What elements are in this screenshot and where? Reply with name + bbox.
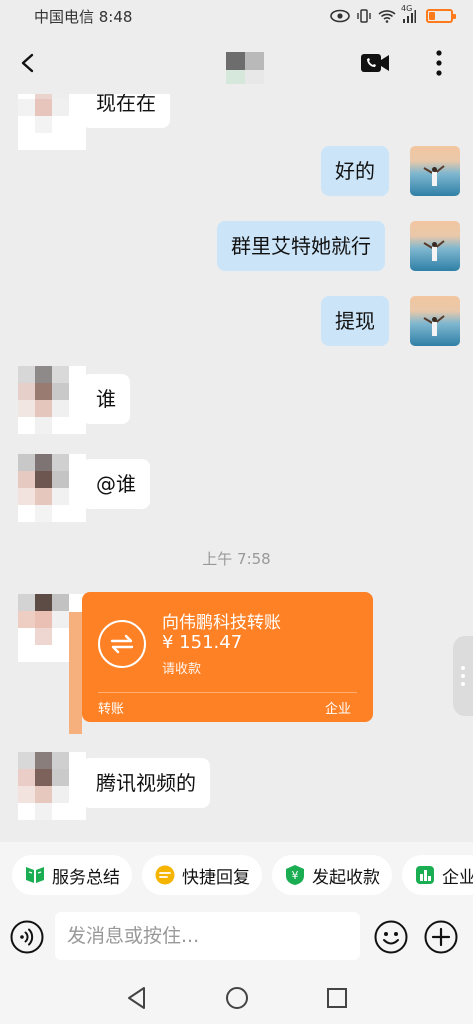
summary-icon <box>24 864 46 886</box>
message-bubble[interactable]: 群里艾特她就行 <box>217 221 385 271</box>
emoji-button[interactable] <box>374 920 408 954</box>
transfer-source-label: 企业 <box>324 702 351 717</box>
transfer-title: 向伟鹏科技转账 <box>162 613 281 633</box>
side-drawer-handle[interactable] <box>453 636 473 716</box>
transfer-divider <box>98 692 357 693</box>
circle-home-icon <box>226 987 248 1009</box>
svg-text:¥: ¥ <box>292 869 299 882</box>
quick-action-quick-reply[interactable]: 快捷回复 <box>142 855 262 895</box>
plus-icon <box>424 920 458 954</box>
system-home-button[interactable] <box>224 985 250 1011</box>
wifi-icon <box>378 10 396 23</box>
more-vertical-icon <box>436 50 442 76</box>
vibrate-icon <box>357 9 371 23</box>
quick-action-label: 快捷回复 <box>182 867 250 888</box>
transfer-amount: ¥ 151.47 <box>162 632 243 653</box>
contact-avatar[interactable] <box>18 454 86 522</box>
system-recents-button[interactable] <box>324 985 350 1011</box>
transfer-card-shadow <box>69 612 82 734</box>
message-bubble[interactable]: @谁 <box>82 459 150 509</box>
triangle-back-icon <box>128 987 145 1009</box>
video-call-icon <box>361 54 389 72</box>
network-label: 4G <box>401 4 413 13</box>
message-timestamp: 上午 7:58 <box>202 550 271 568</box>
back-button[interactable] <box>4 39 52 87</box>
message-input-bar <box>0 908 473 970</box>
battery-icon <box>426 9 456 23</box>
transfer-status: 请收款 <box>162 662 202 677</box>
signal-icon: 4G <box>401 4 416 23</box>
chat-message-list[interactable]: 现在在 好的 群里艾特她就行 提现 谁 @谁 上午 7:58 向伟鹏科技转账 ¥… <box>0 94 473 840</box>
carrier-time: 中国电信 8:48 <box>34 7 133 26</box>
more-functions-button[interactable] <box>424 920 458 954</box>
transfer-icon <box>98 620 146 668</box>
back-arrow-icon <box>21 53 34 73</box>
chat-header <box>0 32 473 94</box>
contact-avatar[interactable] <box>18 752 86 820</box>
emoji-icon <box>374 920 408 954</box>
quick-action-collect-payment[interactable]: ¥ 发起收款 <box>272 855 392 895</box>
message-bubble[interactable]: 好的 <box>321 146 389 196</box>
more-options-button[interactable] <box>421 40 457 86</box>
system-back-button[interactable] <box>124 985 150 1011</box>
square-recents-icon <box>327 988 347 1008</box>
status-icons: 4G <box>330 4 456 24</box>
transfer-type-label: 转账 <box>98 702 125 717</box>
my-avatar[interactable] <box>410 146 460 196</box>
quick-action-service-summary[interactable]: 服务总结 <box>12 855 132 895</box>
contact-avatar[interactable] <box>18 366 86 434</box>
transfer-card[interactable]: 向伟鹏科技转账 ¥ 151.47 请收款 转账 企业 <box>82 592 373 722</box>
collect-payment-icon: ¥ <box>284 864 306 886</box>
voice-input-button[interactable] <box>10 920 44 954</box>
video-call-button[interactable] <box>357 40 393 86</box>
message-bubble[interactable]: 现在在 <box>82 94 170 128</box>
eye-icon <box>330 9 350 23</box>
quick-action-enterprise[interactable]: 企业 <box>402 855 473 895</box>
quick-action-bar: 服务总结 快捷回复 ¥ 发起收款 企业 <box>0 842 473 908</box>
quick-action-label: 发起收款 <box>312 867 380 888</box>
contact-avatar[interactable] <box>18 94 86 150</box>
quick-reply-icon <box>154 864 176 886</box>
my-avatar[interactable] <box>410 221 460 271</box>
system-navigation-bar <box>0 970 473 1024</box>
message-bubble[interactable]: 腾讯视频的 <box>82 758 210 808</box>
enterprise-icon <box>414 864 436 886</box>
quick-action-label: 企业 <box>442 867 473 888</box>
my-avatar[interactable] <box>410 296 460 346</box>
message-input[interactable] <box>55 912 360 960</box>
contact-title-avatar[interactable] <box>226 52 264 88</box>
status-bar: 中国电信 8:48 4G <box>0 0 473 32</box>
voice-icon <box>10 920 44 954</box>
message-bubble[interactable]: 谁 <box>82 374 130 424</box>
message-bubble[interactable]: 提现 <box>321 296 389 346</box>
quick-action-label: 服务总结 <box>52 867 120 888</box>
